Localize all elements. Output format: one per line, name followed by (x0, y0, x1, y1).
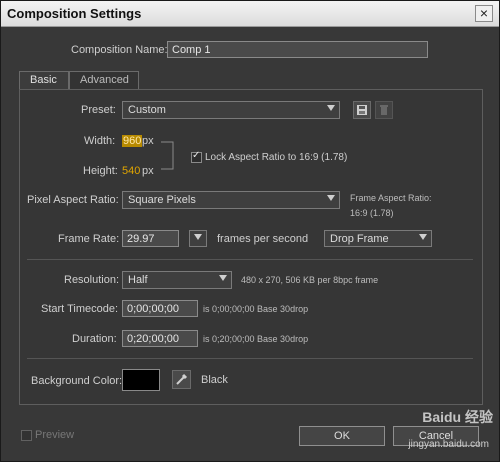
preview-label: Preview (35, 429, 75, 441)
width-label: Width: (84, 135, 116, 147)
resolution-dropdown[interactable]: Half (122, 271, 232, 289)
resolution-info: 480 x 270, 506 KB per 8bpc frame (241, 275, 379, 285)
width-unit: px (142, 135, 154, 147)
frame-rate-dropdown[interactable] (189, 230, 207, 247)
chevron-down-icon (194, 234, 202, 240)
resolution-label: Resolution: (64, 274, 120, 286)
chevron-down-icon (327, 105, 335, 111)
background-color-name: Black (201, 374, 228, 386)
composition-name-label: Composition Name: (71, 44, 168, 56)
chevron-down-icon (219, 275, 227, 281)
duration-input[interactable]: 0;20;00;00 (122, 330, 198, 347)
delete-preset-button[interactable] (375, 101, 393, 119)
preset-dropdown[interactable]: Custom (122, 101, 340, 119)
ok-button[interactable]: OK (299, 426, 385, 446)
resolution-value: Half (128, 274, 148, 286)
window-title: Composition Settings (7, 6, 142, 21)
preset-value: Custom (128, 104, 166, 116)
preset-label: Preset: (81, 104, 116, 116)
chevron-down-icon (327, 195, 335, 201)
trash-icon (380, 105, 388, 115)
eyedropper-icon (176, 373, 188, 385)
width-value[interactable]: 960 (122, 135, 143, 147)
drop-frame-value: Drop Frame (330, 233, 389, 245)
drop-frame-dropdown[interactable]: Drop Frame (324, 230, 432, 247)
frame-rate-input[interactable]: 29.97 (122, 230, 179, 247)
frame-aspect-label: Frame Aspect Ratio: (350, 193, 432, 203)
height-unit: px (142, 165, 154, 177)
watermark-logo: Baidu 经验 (422, 409, 493, 425)
start-timecode-info: is 0;00;00;00 Base 30drop (203, 304, 309, 314)
start-timecode-label: Start Timecode: (41, 303, 119, 315)
frame-rate-label: Frame Rate: (58, 233, 120, 245)
lock-aspect-label: Lock Aspect Ratio to 16:9 (1.78) (205, 152, 348, 163)
tab-basic[interactable]: Basic (19, 71, 69, 90)
link-bracket-icon (161, 141, 174, 170)
background-color-label: Background Color: (31, 375, 123, 387)
start-timecode-input[interactable]: 0;00;00;00 (122, 300, 198, 317)
divider (27, 358, 473, 359)
tab-advanced[interactable]: Advanced (69, 71, 139, 90)
chevron-down-icon (419, 234, 427, 240)
height-value[interactable]: 540 (122, 165, 140, 177)
divider (27, 259, 473, 260)
title-bar: Composition Settings × (1, 1, 499, 27)
preview-checkbox[interactable] (21, 430, 32, 441)
save-preset-button[interactable] (353, 101, 371, 119)
composition-settings-dialog: Composition Settings × Composition Name:… (0, 0, 500, 462)
duration-label: Duration: (72, 333, 117, 345)
lock-aspect-checkbox[interactable] (191, 150, 202, 163)
pixel-aspect-label: Pixel Aspect Ratio: (27, 194, 119, 206)
pixel-aspect-dropdown[interactable]: Square Pixels (122, 191, 340, 209)
height-label: Height: (83, 165, 118, 177)
frame-rate-unit: frames per second (217, 233, 309, 245)
background-color-swatch[interactable] (122, 369, 160, 391)
floppy-icon (357, 105, 367, 115)
frame-aspect-value: 16:9 (1.78) (350, 208, 394, 218)
watermark-url: jingyan.baidu.com (408, 439, 489, 450)
pixel-aspect-value: Square Pixels (128, 194, 196, 206)
eyedropper-button[interactable] (172, 370, 191, 389)
composition-name-input[interactable]: Comp 1 (167, 41, 428, 58)
duration-info: is 0;20;00;00 Base 30drop (203, 334, 309, 344)
close-button[interactable]: × (475, 5, 493, 22)
